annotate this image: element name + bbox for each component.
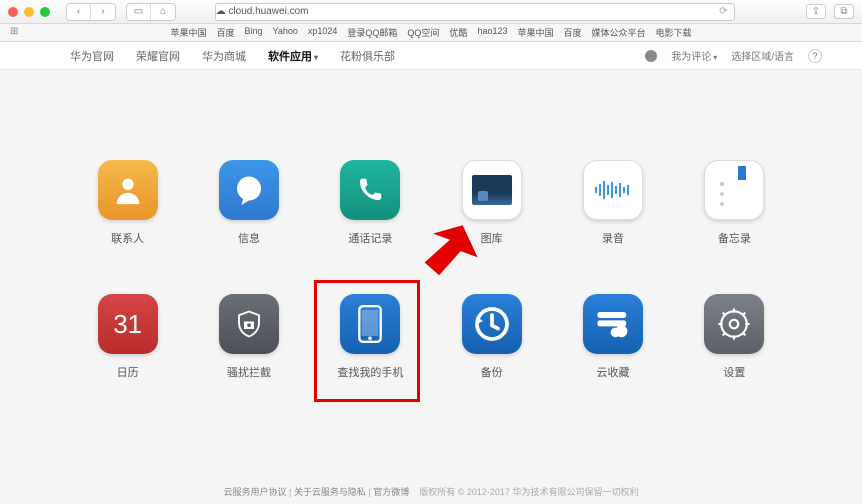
window-controls [8,7,50,17]
nav-back-forward[interactable]: ‹ › [66,3,116,21]
bookmark-item[interactable]: 百度 [564,26,582,39]
app-label: 图库 [481,230,503,246]
footer-link[interactable]: 关于云服务与隐私 [294,487,366,497]
app-block[interactable]: 骚扰拦截 [219,294,279,380]
app-content: 联系人 信息 通话记录 图库 录音 备忘录 31 日历 骚扰拦截 查找我的手机 备份 云收藏 设置 [0,70,862,400]
bookmark-item[interactable]: hao123 [477,26,507,39]
bookmark-item[interactable]: 百度 [216,26,234,39]
footer-link[interactable]: 云服务用户协议 [224,487,287,497]
app-settings[interactable]: 设置 [704,294,764,380]
app-find[interactable]: 查找我的手机 [337,294,403,380]
bookmark-item[interactable]: 苹果中国 [170,26,206,39]
tabs-icon[interactable]: ⧉ [834,4,854,19]
bookmark-item[interactable]: xp1024 [308,26,338,39]
maximize-icon[interactable] [40,7,50,17]
forward-icon[interactable]: › [91,4,115,20]
reload-icon[interactable]: ⟳ [719,6,727,17]
app-label: 联系人 [111,230,144,246]
record-icon [583,160,643,220]
nav-item[interactable]: 华为商城 [202,48,246,64]
bookmark-item[interactable]: 苹果中国 [517,26,553,39]
grid-icon[interactable]: ⊞ [10,26,18,37]
nav-item[interactable]: 软件应用▾ [268,48,318,64]
nav-item[interactable]: 华为官网 [70,48,114,64]
block-icon [219,294,279,354]
sidebar-icon[interactable]: ▭ [127,4,151,20]
contacts-icon [98,160,158,220]
app-grid: 联系人 信息 通话记录 图库 录音 备忘录 31 日历 骚扰拦截 查找我的手机 备份 云收藏 设置 [81,160,781,380]
app-cal[interactable]: 31 日历 [98,294,158,380]
footer-link[interactable]: 官方微博 [373,487,409,497]
call-icon [340,160,400,220]
nav-links: 华为官网 荣耀官网 华为商城 软件应用▾ 花粉俱乐部 [70,48,395,64]
bookmark-item[interactable]: 媒体公众平台 [592,26,646,39]
app-label: 骚扰拦截 [227,364,271,380]
nav-item[interactable]: 荣耀官网 [136,48,180,64]
toolbar-group[interactable]: ▭ ⌂ [126,3,176,21]
url-text: ☁ cloud.huawei.com [216,6,309,17]
app-contacts[interactable]: 联系人 [98,160,158,246]
nav-item[interactable]: 花粉俱乐部 [340,48,395,64]
app-call[interactable]: 通话记录 [340,160,400,246]
app-label: 备份 [481,364,503,380]
url-bar[interactable]: ☁ cloud.huawei.com ⟳ [215,3,735,21]
app-label: 信息 [238,230,260,246]
header-right: 我为评论▾ 选择区域/语言 ? [645,48,822,63]
notes-icon [704,160,764,220]
copyright: 版权所有 © 2012-2017 华为技术有限公司保留一切权利 [419,485,638,498]
home-icon[interactable]: ⌂ [151,4,175,20]
share-icon[interactable]: ⇪ [806,4,826,19]
user-menu[interactable]: 我为评论▾ [671,48,717,63]
msg-icon [219,160,279,220]
bookmarks-bar: ⊞ 苹果中国百度BingYahooxp1024登录QQ邮箱QQ空间优酷hao12… [0,24,862,42]
app-cloud[interactable]: 云收藏 [583,294,643,380]
close-icon[interactable] [8,7,18,17]
app-msg[interactable]: 信息 [219,160,279,246]
help-icon[interactable]: ? [808,49,822,63]
backup-icon [462,294,522,354]
back-icon[interactable]: ‹ [67,4,91,20]
app-label: 备忘录 [718,230,751,246]
app-label: 设置 [723,364,745,380]
gallery-icon [462,160,522,220]
app-label: 日历 [117,364,139,380]
minimize-icon[interactable] [24,7,34,17]
bookmark-item[interactable]: 电影下载 [656,26,692,39]
site-header: 华为官网 荣耀官网 华为商城 软件应用▾ 花粉俱乐部 我为评论▾ 选择区域/语言 ? [0,42,862,70]
app-label: 通话记录 [348,230,392,246]
app-label: 云收藏 [596,364,629,380]
cal-icon: 31 [98,294,158,354]
browser-titlebar: ‹ › ▭ ⌂ ☁ cloud.huawei.com ⟳ ⇪ ⧉ [0,0,862,24]
bookmark-item[interactable]: Bing [244,26,262,39]
bookmark-item[interactable]: Yahoo [273,26,298,39]
app-notes[interactable]: 备忘录 [704,160,764,246]
avatar[interactable] [645,50,657,62]
bookmark-item[interactable]: QQ空间 [407,26,439,39]
cloud-icon [583,294,643,354]
region-link[interactable]: 选择区域/语言 [731,48,794,63]
app-label: 查找我的手机 [337,364,403,380]
app-backup[interactable]: 备份 [462,294,522,380]
app-record[interactable]: 录音 [583,160,643,246]
app-label: 录音 [602,230,624,246]
bookmark-item[interactable]: 登录QQ邮箱 [347,26,397,39]
page-footer: 云服务用户协议 | 关于云服务与隐私 | 官方微博 版权所有 © 2012-20… [0,485,862,498]
find-icon [340,294,400,354]
app-gallery[interactable]: 图库 [462,160,522,246]
bookmark-item[interactable]: 优酷 [449,26,467,39]
toolbar-right: ⇪ ⧉ [806,4,854,19]
settings-icon [704,294,764,354]
